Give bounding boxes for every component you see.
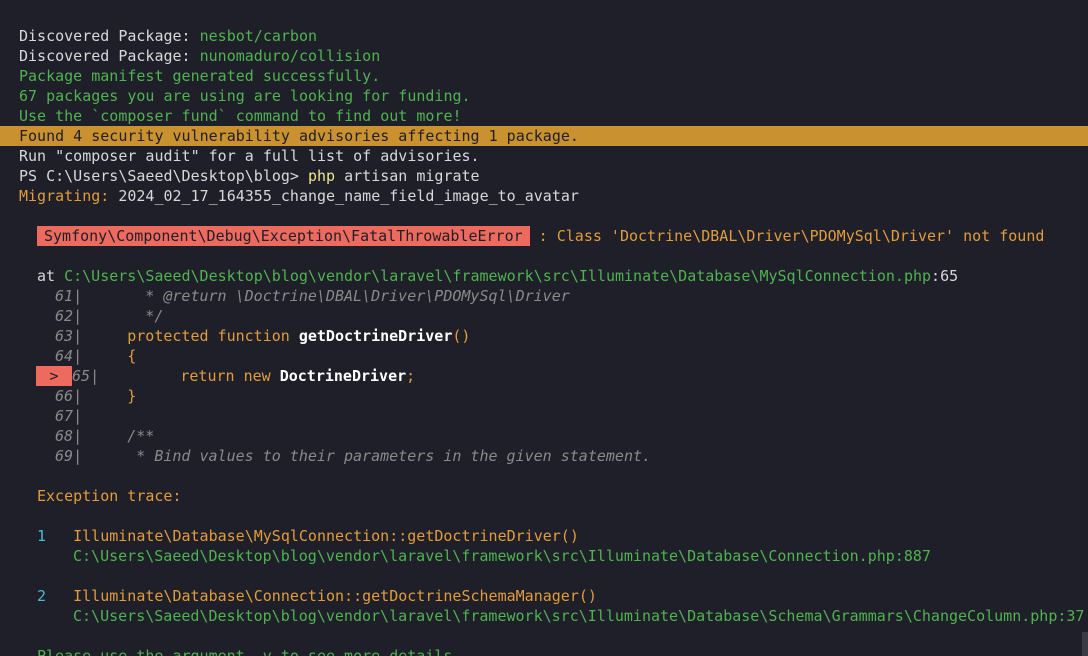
security-warning-line: Found 4 security vulnerability advisorie… bbox=[0, 126, 1088, 146]
output-line: Discovered Package: nunomaduro/collision bbox=[19, 47, 381, 65]
output-line: 67 packages you are using are looking fo… bbox=[19, 87, 471, 105]
code-line: 66| } bbox=[55, 387, 137, 405]
code-line: 69| * Bind values to their parameters in… bbox=[55, 447, 652, 465]
code-line-highlighted: >65| return new DoctrineDriver; bbox=[0, 366, 1088, 386]
output-line: Package manifest generated successfully. bbox=[19, 67, 381, 85]
code-line: 64| { bbox=[55, 347, 137, 365]
output-line: Run "composer audit" for a full list of … bbox=[19, 147, 480, 165]
trace-path: C:\Users\Saeed\Desktop\blog\vendor\larav… bbox=[73, 607, 1085, 625]
trace-item: 2 Illuminate\Database\Connection::getDoc… bbox=[37, 587, 597, 605]
migrating-line: Migrating: 2024_02_17_164355_change_name… bbox=[19, 187, 579, 205]
trace-path: C:\Users\Saeed\Desktop\blog\vendor\larav… bbox=[73, 547, 931, 565]
output-line: Use the `composer fund` command to find … bbox=[19, 107, 462, 125]
error-class-badge: Symfony\Component\Debug\Exception\FatalT… bbox=[37, 226, 530, 246]
code-line: 63| protected function getDoctrineDriver… bbox=[55, 327, 471, 345]
code-line: 62| */ bbox=[55, 307, 164, 325]
error-message: : Class 'Doctrine\DBAL\Driver\PDOMySql\D… bbox=[529, 227, 1045, 245]
vertical-scrollbar[interactable] bbox=[1082, 632, 1088, 656]
error-header: Symfony\Component\Debug\Exception\FatalT… bbox=[0, 226, 1088, 246]
exception-trace-title: Exception trace: bbox=[37, 487, 182, 505]
terminal-output[interactable]: Discovered Package: nesbot/carbon Discov… bbox=[0, 0, 1088, 656]
error-marker: > bbox=[36, 366, 72, 386]
code-line: 61| * @return \Doctrine\DBAL\Driver\PDOM… bbox=[55, 287, 570, 305]
code-line: 68| /** bbox=[55, 427, 155, 445]
output-line: Discovered Package: nesbot/carbon bbox=[19, 27, 318, 45]
footer-hint: Please use the argument -v to see more d… bbox=[37, 647, 462, 656]
trace-item: 1 Illuminate\Database\MySqlConnection::g… bbox=[37, 527, 579, 545]
code-line: 67| bbox=[55, 407, 83, 425]
error-location: at C:\Users\Saeed\Desktop\blog\vendor\la… bbox=[37, 267, 959, 285]
prompt-line: PS C:\Users\Saeed\Desktop\blog> php arti… bbox=[19, 167, 480, 185]
